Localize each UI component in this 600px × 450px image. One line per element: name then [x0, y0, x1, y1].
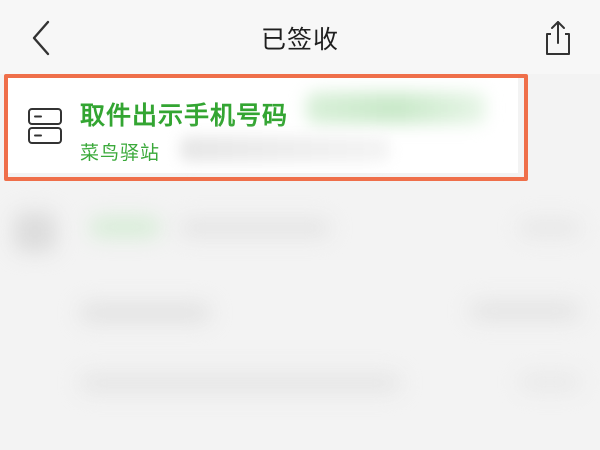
station-name: 菜鸟驿站: [80, 142, 161, 164]
blurred-content: [0, 176, 600, 450]
pickup-phone-label: 取件出示手机号码: [80, 101, 289, 130]
share-icon: [546, 21, 570, 55]
top-bar: 已签收: [0, 0, 600, 74]
share-button[interactable]: [538, 15, 578, 59]
pickup-card[interactable]: 取件出示手机号码 菜鸟驿站: [8, 78, 518, 173]
page-title: 已签收: [260, 25, 339, 54]
database-icon: [28, 108, 62, 144]
redacted-station-address: [180, 136, 390, 162]
redacted-phone-number: [306, 92, 486, 124]
